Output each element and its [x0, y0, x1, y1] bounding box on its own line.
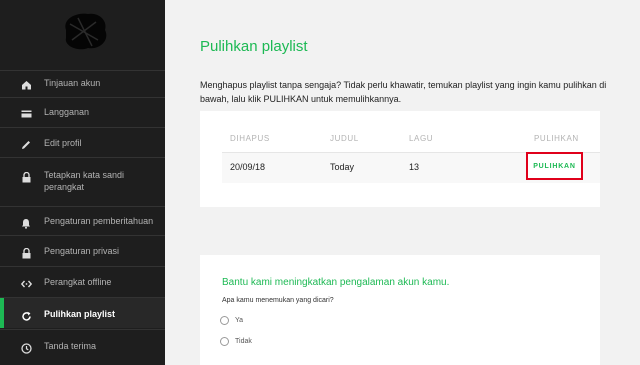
- feedback-option-no[interactable]: Tidak: [220, 337, 252, 346]
- sidebar-item-pemberitahuan[interactable]: Pengaturan pemberitahuan: [0, 206, 165, 234]
- column-header-restore: PULIHKAN: [534, 134, 579, 143]
- sidebar-item-tanda-terima[interactable]: Tanda terima: [0, 329, 165, 365]
- sidebar-item-label: Tinjauan akun: [44, 78, 101, 88]
- cell-song-count: 13: [409, 162, 420, 172]
- home-icon: [18, 77, 34, 93]
- bell-icon: [18, 215, 34, 231]
- sidebar-item-label: Tanda terima: [44, 341, 97, 351]
- sidebar-item-label: Pengaturan pemberitahuan: [44, 216, 154, 226]
- feedback-option-yes[interactable]: Ya: [220, 316, 243, 325]
- lock-icon: [18, 169, 34, 185]
- sidebar-item-edit-profil[interactable]: Edit profil: [0, 127, 165, 156]
- avatar: [65, 13, 107, 50]
- restore-table-card: DIHAPUS JUDUL LAGU PULIHKAN 20/09/18 Tod…: [200, 111, 600, 207]
- feedback-question: Apa kamu menemukan yang dicari?: [222, 297, 334, 304]
- sidebar-item-langganan[interactable]: Langganan: [0, 97, 165, 126]
- clock-icon: [18, 340, 34, 356]
- pencil-icon: [18, 137, 34, 153]
- feedback-card: Bantu kami meningkatkan pengalaman akun …: [200, 255, 600, 365]
- cell-playlist-title: Today: [330, 162, 355, 172]
- intro-text: Menghapus playlist tanpa sengaja? Tidak …: [200, 80, 607, 104]
- radio-label: Tidak: [235, 338, 252, 345]
- restore-button[interactable]: PULIHKAN: [526, 152, 583, 180]
- sidebar-item-perangkat-offline[interactable]: Perangkat offline: [0, 266, 165, 296]
- column-header-title: JUDUL: [330, 134, 359, 143]
- column-header-songs: LAGU: [409, 134, 434, 143]
- main-content: Pulihkan playlist Menghapus playlist tan…: [165, 0, 640, 365]
- sidebar-item-kata-sandi[interactable]: Tetapkan kata sandi perangkat: [0, 157, 165, 205]
- radio-button[interactable]: [220, 316, 229, 325]
- code-icon: [18, 276, 34, 292]
- lock-icon: [18, 245, 34, 261]
- sidebar-item-label: Tetapkan kata sandi perangkat: [44, 170, 125, 192]
- radio-button[interactable]: [220, 337, 229, 346]
- page-title: Pulihkan playlist: [200, 38, 308, 55]
- card-icon: [18, 106, 34, 122]
- sidebar: Tinjauan akun Langganan Edit profil Teta…: [0, 0, 165, 365]
- sidebar-item-label: Langganan: [44, 107, 90, 117]
- feedback-title: Bantu kami meningkatkan pengalaman akun …: [222, 277, 450, 288]
- refresh-icon: [18, 308, 34, 324]
- sidebar-item-label: Pengaturan privasi: [44, 246, 120, 256]
- radio-label: Ya: [235, 317, 244, 324]
- restore-button-label: PULIHKAN: [533, 162, 576, 170]
- sidebar-item-privasi[interactable]: Pengaturan privasi: [0, 235, 165, 265]
- column-header-deleted: DIHAPUS: [230, 134, 270, 143]
- sidebar-item-label: Pulihkan playlist: [44, 309, 116, 319]
- cell-deleted-date: 20/09/18: [230, 162, 266, 172]
- sidebar-item-tinjauan-akun[interactable]: Tinjauan akun: [0, 70, 165, 96]
- sidebar-item-label: Perangkat offline: [44, 277, 112, 287]
- sidebar-item-pulihkan-playlist[interactable]: Pulihkan playlist: [0, 297, 165, 328]
- sidebar-item-label: Edit profil: [44, 138, 82, 148]
